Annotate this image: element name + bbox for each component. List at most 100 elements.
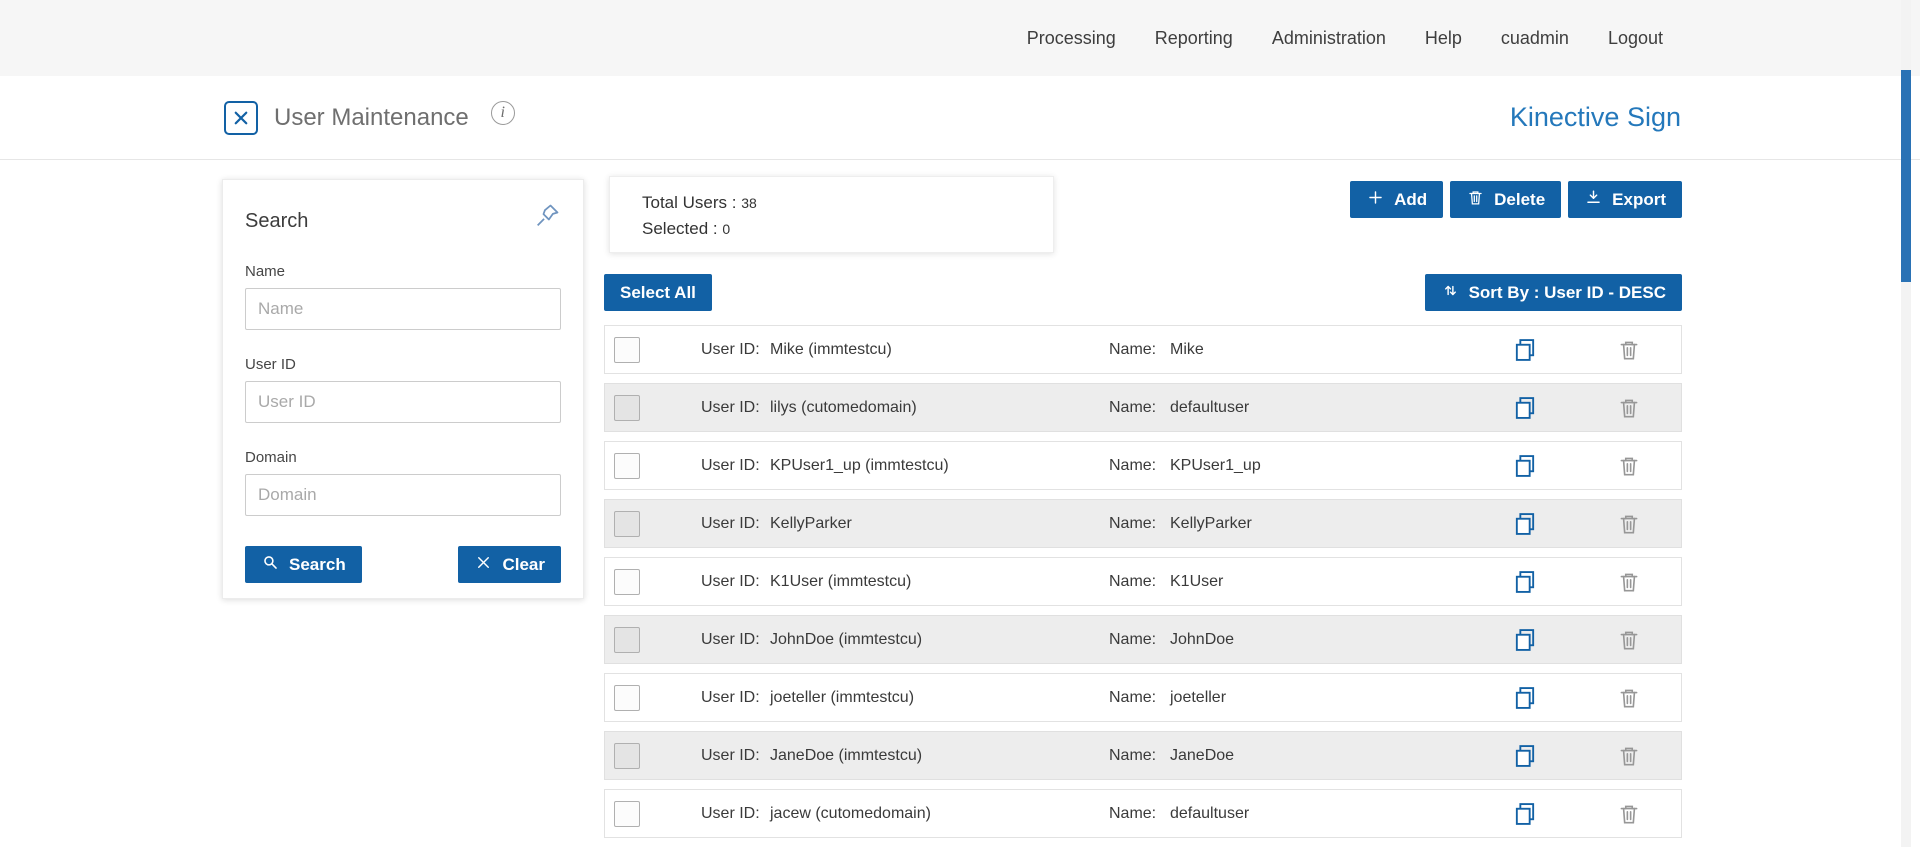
row-trash-icon[interactable] xyxy=(1616,743,1642,769)
row-trash-icon[interactable] xyxy=(1616,685,1642,711)
scrollbar-thumb[interactable] xyxy=(1901,70,1911,282)
search-icon xyxy=(261,553,280,577)
app-icon xyxy=(224,100,258,135)
copy-icon[interactable] xyxy=(1511,336,1539,364)
page-header: User Maintenance i Kinective Sign xyxy=(0,76,1920,160)
copy-icon[interactable] xyxy=(1511,684,1539,712)
copy-icon[interactable] xyxy=(1511,394,1539,422)
copy-icon[interactable] xyxy=(1511,742,1539,770)
row-checkbox[interactable] xyxy=(614,742,640,769)
toolbar: Add Delete Export xyxy=(1350,181,1682,218)
row-checkbox[interactable] xyxy=(614,394,640,421)
info-icon[interactable]: i xyxy=(490,100,515,125)
row-name-label: Name: xyxy=(1109,688,1157,706)
row-name-label: Name: xyxy=(1109,398,1157,416)
table-row: User ID: lilys (cutomedomain) Name: defa… xyxy=(604,383,1682,432)
nav-item-processing[interactable]: Processing xyxy=(1027,28,1116,49)
nav-item-administration[interactable]: Administration xyxy=(1272,28,1386,49)
user-list: User ID: Mike (immtestcu) Name: Mike Use… xyxy=(604,325,1682,847)
total-users-line: Total Users : 38 xyxy=(642,190,1053,216)
row-user-id-value: KellyParker xyxy=(770,514,852,532)
top-nav: Processing Reporting Administration Help… xyxy=(0,0,1920,76)
search-panel-header: Search xyxy=(245,202,561,233)
row-name-label: Name: xyxy=(1109,746,1157,764)
scrollbar-track[interactable] xyxy=(1901,0,1911,847)
export-button[interactable]: Export xyxy=(1568,181,1682,218)
user-id-field-label: User ID xyxy=(245,356,296,373)
row-user-id-value: joeteller (immtestcu) xyxy=(770,688,915,706)
row-user-id-value: lilys (cutomedomain) xyxy=(770,398,917,416)
copy-icon[interactable] xyxy=(1511,626,1539,654)
row-name-value: K1User xyxy=(1170,572,1224,590)
table-row: User ID: jacew (cutomedomain) Name: defa… xyxy=(604,789,1682,838)
copy-icon[interactable] xyxy=(1511,568,1539,596)
row-name-value: KPUser1_up xyxy=(1170,456,1261,474)
row-trash-icon[interactable] xyxy=(1616,395,1642,421)
nav-item-cuadmin[interactable]: cuadmin xyxy=(1501,28,1569,49)
row-user-id-value: KPUser1_up (immtestcu) xyxy=(770,456,949,474)
table-row: User ID: K1User (immtestcu) Name: K1User xyxy=(604,557,1682,606)
row-name-label: Name: xyxy=(1109,514,1157,532)
row-user-id-label: User ID: xyxy=(701,630,760,648)
row-user-id-label: User ID: xyxy=(701,746,760,764)
row-checkbox[interactable] xyxy=(614,684,640,711)
user-id-field[interactable] xyxy=(245,381,561,423)
sort-by-button[interactable]: Sort By : User ID - DESC xyxy=(1424,274,1682,311)
row-user-id-label: User ID: xyxy=(701,804,760,822)
row-checkbox[interactable] xyxy=(614,568,640,595)
row-checkbox[interactable] xyxy=(614,452,640,479)
row-user-id-label: User ID: xyxy=(701,456,760,474)
row-user-id-label: User ID: xyxy=(701,340,760,358)
add-button-label: Add xyxy=(1394,189,1428,209)
clear-button[interactable]: Clear xyxy=(458,546,561,583)
row-checkbox[interactable] xyxy=(614,510,640,537)
select-all-label: Select All xyxy=(620,282,696,302)
row-user-id-label: User ID: xyxy=(701,398,760,416)
row-name-label: Name: xyxy=(1109,804,1157,822)
selected-label: Selected : xyxy=(642,219,718,238)
sort-by-label: Sort By : User ID - DESC xyxy=(1468,282,1666,302)
nav-item-reporting[interactable]: Reporting xyxy=(1155,28,1233,49)
table-row: User ID: KPUser1_up (immtestcu) Name: KP… xyxy=(604,441,1682,490)
total-users-label: Total Users : xyxy=(642,193,737,212)
nav-item-logout[interactable]: Logout xyxy=(1608,28,1663,49)
row-user-id-value: jacew (cutomedomain) xyxy=(770,804,931,822)
summary-card: Total Users : 38 Selected : 0 xyxy=(609,176,1054,253)
header-left: User Maintenance i xyxy=(224,100,515,135)
row-checkbox[interactable] xyxy=(614,800,640,827)
row-name-value: joeteller xyxy=(1170,688,1227,706)
copy-icon[interactable] xyxy=(1511,452,1539,480)
row-user-id-label: User ID: xyxy=(701,572,760,590)
nav-item-help[interactable]: Help xyxy=(1425,28,1462,49)
copy-icon[interactable] xyxy=(1511,510,1539,538)
trash-icon xyxy=(1466,188,1485,212)
row-user-id-value: JaneDoe (immtestcu) xyxy=(770,746,923,764)
row-checkbox[interactable] xyxy=(614,626,640,653)
row-checkbox[interactable] xyxy=(614,336,640,363)
row-trash-icon[interactable] xyxy=(1616,569,1642,595)
row-trash-icon[interactable] xyxy=(1616,627,1642,653)
search-button[interactable]: Search xyxy=(245,546,362,583)
row-trash-icon[interactable] xyxy=(1616,801,1642,827)
row-trash-icon[interactable] xyxy=(1616,453,1642,479)
pin-icon[interactable] xyxy=(533,202,561,230)
add-button[interactable]: Add xyxy=(1350,181,1444,218)
select-all-button[interactable]: Select All xyxy=(604,274,712,311)
row-name-label: Name: xyxy=(1109,340,1157,358)
table-row: User ID: joeteller (immtestcu) Name: joe… xyxy=(604,673,1682,722)
row-trash-icon[interactable] xyxy=(1616,337,1642,363)
row-name-value: JaneDoe xyxy=(1170,746,1235,764)
row-trash-icon[interactable] xyxy=(1616,511,1642,537)
selected-line: Selected : 0 xyxy=(642,216,1053,242)
name-field[interactable] xyxy=(245,288,561,330)
search-panel-title: Search xyxy=(245,210,309,232)
row-user-id-label: User ID: xyxy=(701,688,760,706)
sort-icon xyxy=(1441,281,1460,305)
delete-button[interactable]: Delete xyxy=(1450,181,1562,218)
brand-title: Kinective Sign xyxy=(1509,102,1681,132)
row-name-value: defaultuser xyxy=(1170,398,1250,416)
row-name-label: Name: xyxy=(1109,630,1157,648)
domain-field[interactable] xyxy=(245,474,561,516)
row-name-value: Mike xyxy=(1170,340,1204,358)
copy-icon[interactable] xyxy=(1511,800,1539,828)
